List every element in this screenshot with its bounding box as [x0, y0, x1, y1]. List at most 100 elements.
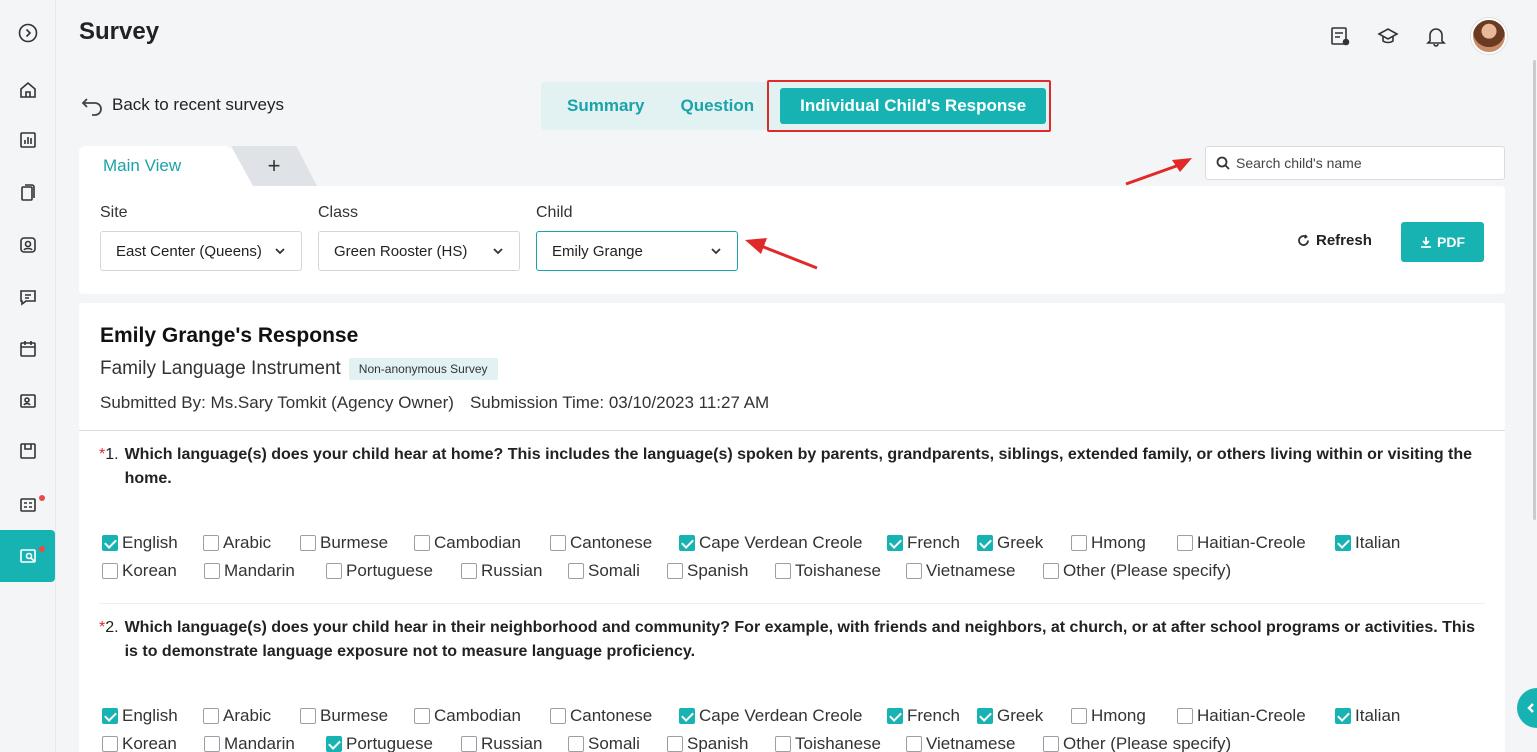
option-item[interactable]: Russian — [461, 734, 568, 752]
option-item[interactable]: Haitian-Creole — [1177, 706, 1335, 726]
option-item[interactable]: Korean — [102, 734, 204, 752]
checkbox-checked[interactable] — [679, 708, 695, 724]
option-item[interactable]: Arabic — [203, 706, 300, 726]
checkbox-unchecked[interactable] — [568, 736, 584, 752]
option-item[interactable]: Spanish — [667, 734, 775, 752]
checkbox-unchecked[interactable] — [1177, 535, 1193, 551]
checkbox-checked[interactable] — [977, 535, 993, 551]
checkbox-unchecked[interactable] — [203, 708, 219, 724]
checkbox-checked[interactable] — [679, 535, 695, 551]
option-item[interactable]: Spanish — [667, 561, 775, 581]
tab-summary[interactable]: Summary — [549, 88, 662, 124]
site-select[interactable]: East Center (Queens) — [100, 231, 302, 271]
checkbox-unchecked[interactable] — [550, 535, 566, 551]
checkbox-unchecked[interactable] — [667, 563, 683, 579]
option-item[interactable]: Burmese — [300, 706, 414, 726]
back-to-surveys-link[interactable]: Back to recent surveys — [80, 94, 284, 116]
option-item[interactable]: Haitian-Creole — [1177, 533, 1335, 553]
option-item[interactable]: Italian — [1335, 706, 1415, 726]
checkbox-unchecked[interactable] — [102, 736, 118, 752]
checkbox-checked[interactable] — [102, 708, 118, 724]
option-item[interactable]: Toishanese — [775, 734, 906, 752]
checkbox-checked[interactable] — [1335, 535, 1351, 551]
checkbox-unchecked[interactable] — [461, 736, 477, 752]
checkbox-unchecked[interactable] — [203, 535, 219, 551]
option-item[interactable]: Italian — [1335, 533, 1415, 553]
checkbox-unchecked[interactable] — [550, 708, 566, 724]
checkbox-checked[interactable] — [977, 708, 993, 724]
checkbox-unchecked[interactable] — [1043, 563, 1059, 579]
option-item[interactable]: English — [102, 706, 203, 726]
option-item[interactable]: Cambodian — [414, 706, 550, 726]
checkbox-unchecked[interactable] — [1071, 708, 1087, 724]
option-item[interactable]: Vietnamese — [906, 734, 1043, 752]
option-item[interactable]: Other (Please specify) — [1043, 734, 1243, 752]
checkbox-unchecked[interactable] — [326, 563, 342, 579]
option-item[interactable]: Other (Please specify) — [1043, 561, 1243, 581]
save-icon[interactable] — [15, 438, 41, 464]
search-input[interactable] — [1236, 155, 1486, 171]
option-item[interactable]: Hmong — [1071, 706, 1177, 726]
option-item[interactable]: Greek — [977, 706, 1071, 726]
calendar-icon[interactable] — [15, 336, 41, 362]
tab-main-view[interactable]: Main View — [79, 146, 253, 186]
option-item[interactable]: Hmong — [1071, 533, 1177, 553]
expand-sidebar-icon[interactable] — [15, 20, 41, 46]
option-item[interactable]: Somali — [568, 561, 667, 581]
option-item[interactable]: Mandarin — [204, 734, 326, 752]
checkbox-checked[interactable] — [887, 708, 903, 724]
checkbox-unchecked[interactable] — [775, 563, 791, 579]
tab-question[interactable]: Question — [662, 88, 772, 124]
option-item[interactable]: Russian — [461, 561, 568, 581]
clipboard-icon[interactable] — [15, 180, 41, 206]
checkbox-unchecked[interactable] — [461, 563, 477, 579]
refresh-button[interactable]: Refresh — [1297, 232, 1372, 249]
checkbox-checked[interactable] — [326, 736, 342, 752]
option-item[interactable]: Cambodian — [414, 533, 550, 553]
checkbox-checked[interactable] — [102, 535, 118, 551]
option-item[interactable]: Cape Verdean Creole — [679, 706, 887, 726]
child-select[interactable]: Emily Grange — [536, 231, 738, 271]
chart-icon[interactable] — [15, 127, 41, 153]
checkbox-unchecked[interactable] — [1043, 736, 1059, 752]
checkbox-unchecked[interactable] — [300, 708, 316, 724]
checkbox-unchecked[interactable] — [568, 563, 584, 579]
checkbox-unchecked[interactable] — [204, 563, 220, 579]
option-item[interactable]: Vietnamese — [906, 561, 1043, 581]
checkbox-unchecked[interactable] — [414, 535, 430, 551]
avatar[interactable] — [1471, 18, 1507, 54]
class-select[interactable]: Green Rooster (HS) — [318, 231, 520, 271]
checkbox-unchecked[interactable] — [204, 736, 220, 752]
checkbox-checked[interactable] — [887, 535, 903, 551]
option-item[interactable]: Burmese — [300, 533, 414, 553]
option-item[interactable]: French — [887, 533, 977, 553]
pdf-download-button[interactable]: PDF — [1401, 222, 1484, 262]
document-user-icon[interactable] — [1327, 23, 1353, 49]
option-item[interactable]: Mandarin — [204, 561, 326, 581]
checkbox-unchecked[interactable] — [667, 736, 683, 752]
page-scrollbar[interactable] — [1533, 60, 1536, 520]
bell-icon[interactable] — [1423, 23, 1449, 49]
option-item[interactable]: Cantonese — [550, 533, 679, 553]
option-item[interactable]: English — [102, 533, 203, 553]
id-card-icon[interactable] — [15, 388, 41, 414]
option-item[interactable]: Cantonese — [550, 706, 679, 726]
checkbox-unchecked[interactable] — [775, 736, 791, 752]
option-item[interactable]: Portuguese — [326, 734, 461, 752]
side-panel-toggle[interactable] — [1517, 688, 1537, 728]
option-item[interactable]: Somali — [568, 734, 667, 752]
checkbox-checked[interactable] — [1335, 708, 1351, 724]
checkbox-unchecked[interactable] — [300, 535, 316, 551]
checkbox-unchecked[interactable] — [906, 736, 922, 752]
option-item[interactable]: Greek — [977, 533, 1071, 553]
survey-list-icon[interactable] — [15, 492, 45, 518]
option-item[interactable]: Portuguese — [326, 561, 461, 581]
option-item[interactable]: Toishanese — [775, 561, 906, 581]
checkbox-unchecked[interactable] — [906, 563, 922, 579]
option-item[interactable]: Arabic — [203, 533, 300, 553]
contact-icon[interactable] — [15, 232, 41, 258]
add-view-button[interactable]: + — [231, 146, 317, 186]
checkbox-unchecked[interactable] — [414, 708, 430, 724]
checkbox-unchecked[interactable] — [1071, 535, 1087, 551]
option-item[interactable]: Cape Verdean Creole — [679, 533, 887, 553]
